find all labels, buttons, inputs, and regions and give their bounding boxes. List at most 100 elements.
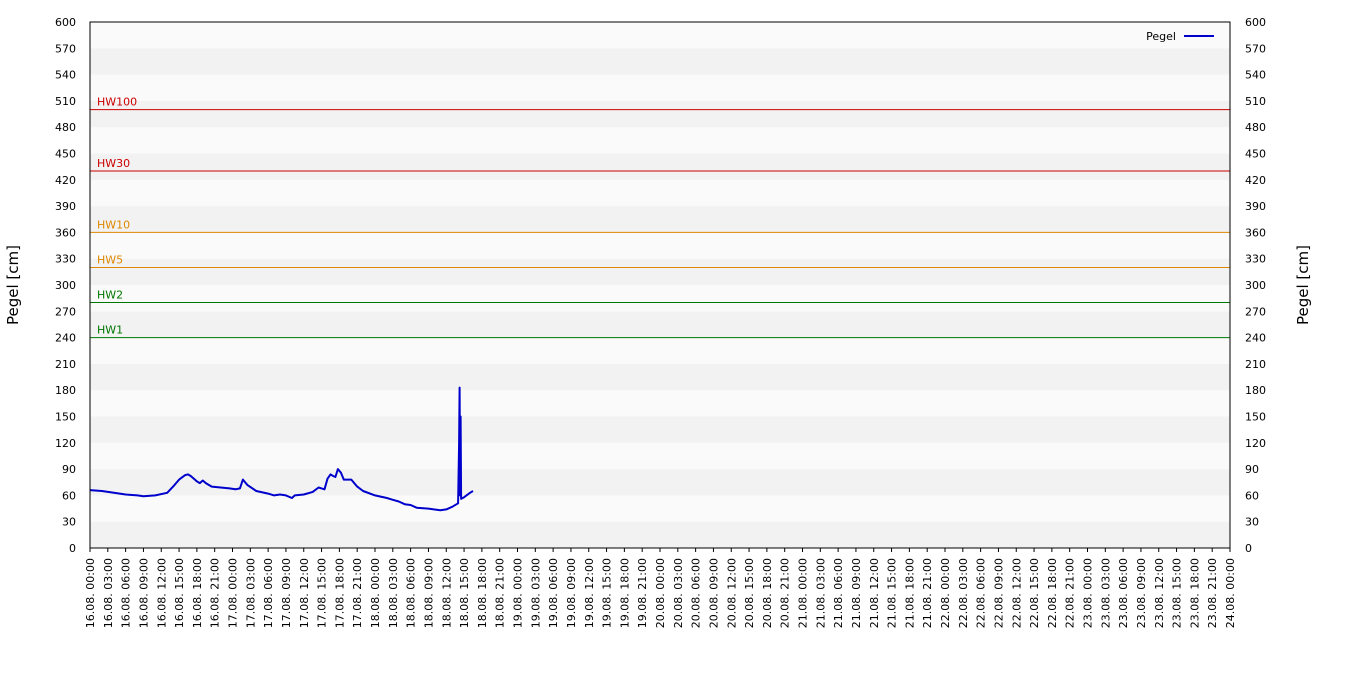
x-tick-label: 23.08. 21:00 — [1206, 558, 1219, 628]
x-tick-label: 20.08. 18:00 — [761, 558, 774, 628]
y-tick-label-right: 330 — [1245, 253, 1266, 266]
x-tick-label: 17.08. 21:00 — [351, 558, 364, 628]
x-tick-label: 20.08. 09:00 — [707, 558, 720, 628]
y-tick-label-left: 270 — [55, 305, 76, 318]
x-tick-label: 18.08. 18:00 — [476, 558, 489, 628]
grid-band — [90, 206, 1230, 233]
x-tick-label: 20.08. 06:00 — [690, 558, 703, 628]
x-tick-label: 16.08. 21:00 — [209, 558, 222, 628]
y-tick-label-right: 0 — [1245, 542, 1252, 555]
y-tick-label-right: 570 — [1245, 42, 1266, 55]
x-tick-label: 21.08. 18:00 — [903, 558, 916, 628]
x-tick-label: 23.08. 06:00 — [1117, 558, 1130, 628]
y-tick-label-right: 60 — [1245, 489, 1259, 502]
grid-band — [90, 127, 1230, 154]
threshold-label-hw100: HW100 — [97, 96, 137, 109]
grid-band — [90, 48, 1230, 75]
x-tick-label: 22.08. 21:00 — [1064, 558, 1077, 628]
x-tick-label: 21.08. 09:00 — [850, 558, 863, 628]
x-tick-label: 23.08. 12:00 — [1153, 558, 1166, 628]
x-tick-label: 23.08. 00:00 — [1082, 558, 1095, 628]
x-tick-label: 19.08. 09:00 — [565, 558, 578, 628]
grid-band — [90, 74, 1230, 101]
x-tick-label: 18.08. 06:00 — [405, 558, 418, 628]
x-tick-label: 16.08. 00:00 — [84, 558, 97, 628]
legend-label-pegel: Pegel — [1146, 30, 1176, 43]
y-tick-label-left: 120 — [55, 437, 76, 450]
x-tick-label: 20.08. 00:00 — [654, 558, 667, 628]
y-tick-label-right: 480 — [1245, 121, 1266, 134]
y-tick-label-right: 150 — [1245, 411, 1266, 424]
x-tick-label: 23.08. 15:00 — [1171, 558, 1184, 628]
y-tick-label-right: 210 — [1245, 358, 1266, 371]
x-tick-label: 20.08. 15:00 — [743, 558, 756, 628]
x-tick-label: 18.08. 12:00 — [440, 558, 453, 628]
y-tick-label-left: 420 — [55, 174, 76, 187]
grid-band — [90, 232, 1230, 259]
x-tick-label: 22.08. 00:00 — [939, 558, 952, 628]
y-axis-title-left: Pegel [cm] — [4, 245, 22, 325]
x-tick-label: 17.08. 15:00 — [316, 558, 329, 628]
x-tick-label: 22.08. 12:00 — [1010, 558, 1023, 628]
x-tick-label: 21.08. 12:00 — [868, 558, 881, 628]
y-tick-label-left: 450 — [55, 148, 76, 161]
x-tick-label: 19.08. 06:00 — [547, 558, 560, 628]
threshold-label-hw1: HW1 — [97, 324, 123, 337]
y-tick-label-right: 450 — [1245, 148, 1266, 161]
y-tick-label-left: 60 — [62, 489, 76, 502]
x-tick-label: 16.08. 06:00 — [120, 558, 133, 628]
x-tick-label: 18.08. 09:00 — [422, 558, 435, 628]
x-tick-label: 23.08. 18:00 — [1188, 558, 1201, 628]
grid-band — [90, 100, 1230, 128]
x-tick-label: 23.08. 03:00 — [1099, 558, 1112, 628]
threshold-label-hw5: HW5 — [97, 253, 123, 266]
grid-band — [90, 153, 1230, 180]
grid-band — [90, 258, 1230, 285]
y-tick-label-left: 390 — [55, 200, 76, 213]
x-tick-label: 21.08. 03:00 — [814, 558, 827, 628]
water-level-chart: HW100 HW30 HW10 HW5 HW2 HW1 0 30 60 90 120 150 180 2… — [4, 16, 1312, 628]
y-tick-label-left: 330 — [55, 253, 76, 266]
grid-bands — [90, 22, 1230, 548]
x-tick-label: 16.08. 12:00 — [155, 558, 168, 628]
y-tick-label-right: 240 — [1245, 332, 1266, 345]
x-tick-label: 21.08. 00:00 — [797, 558, 810, 628]
y-tick-label-left: 210 — [55, 358, 76, 371]
x-tick-label: 23.08. 09:00 — [1135, 558, 1148, 628]
y-tick-label-left: 90 — [62, 463, 76, 476]
x-tick-label: 18.08. 03:00 — [387, 558, 400, 628]
x-tick-label: 18.08. 21:00 — [494, 558, 507, 628]
x-tick-label: 19.08. 03:00 — [529, 558, 542, 628]
y-tick-label-left: 570 — [55, 42, 76, 55]
x-tick-label: 17.08. 06:00 — [262, 558, 275, 628]
x-tick-label: 19.08. 21:00 — [636, 558, 649, 628]
x-tick-label: 20.08. 21:00 — [779, 558, 792, 628]
x-tick-label: 17.08. 00:00 — [227, 558, 240, 628]
y-tick-label-left: 480 — [55, 121, 76, 134]
y-tick-label-right: 120 — [1245, 437, 1266, 450]
grid-band — [90, 363, 1230, 391]
x-tick-label: 19.08. 18:00 — [618, 558, 631, 628]
threshold-label-hw10: HW10 — [97, 218, 130, 231]
y-tick-label-right: 30 — [1245, 516, 1259, 529]
grid-band — [90, 416, 1230, 443]
x-tick-label: 18.08. 00:00 — [369, 558, 382, 628]
y-axis-left: 0 30 60 90 120 150 180 210 240 270 300 330 360 390 420… — [55, 16, 76, 555]
x-tick-label: 19.08. 00:00 — [512, 558, 525, 628]
x-tick-label: 22.08. 03:00 — [957, 558, 970, 628]
x-tick-label: 20.08. 03:00 — [672, 558, 685, 628]
x-axis: 16.08. 00:00 16.08. 03:00 16.08. 06:00 16.0… — [84, 548, 1237, 628]
x-tick-label: 19.08. 15:00 — [601, 558, 614, 628]
x-tick-label: 16.08. 03:00 — [102, 558, 115, 628]
y-tick-label-right: 180 — [1245, 384, 1266, 397]
y-tick-label-left: 600 — [55, 16, 76, 29]
y-tick-label-left: 510 — [55, 95, 76, 108]
x-tick-label: 22.08. 18:00 — [1046, 558, 1059, 628]
y-tick-label-left: 30 — [62, 516, 76, 529]
y-tick-label-left: 540 — [55, 69, 76, 82]
grid-band — [90, 495, 1230, 522]
y-tick-label-right: 600 — [1245, 16, 1266, 29]
x-tick-label: 17.08. 18:00 — [333, 558, 346, 628]
grid-band — [90, 442, 1230, 470]
x-tick-label: 21.08. 21:00 — [921, 558, 934, 628]
